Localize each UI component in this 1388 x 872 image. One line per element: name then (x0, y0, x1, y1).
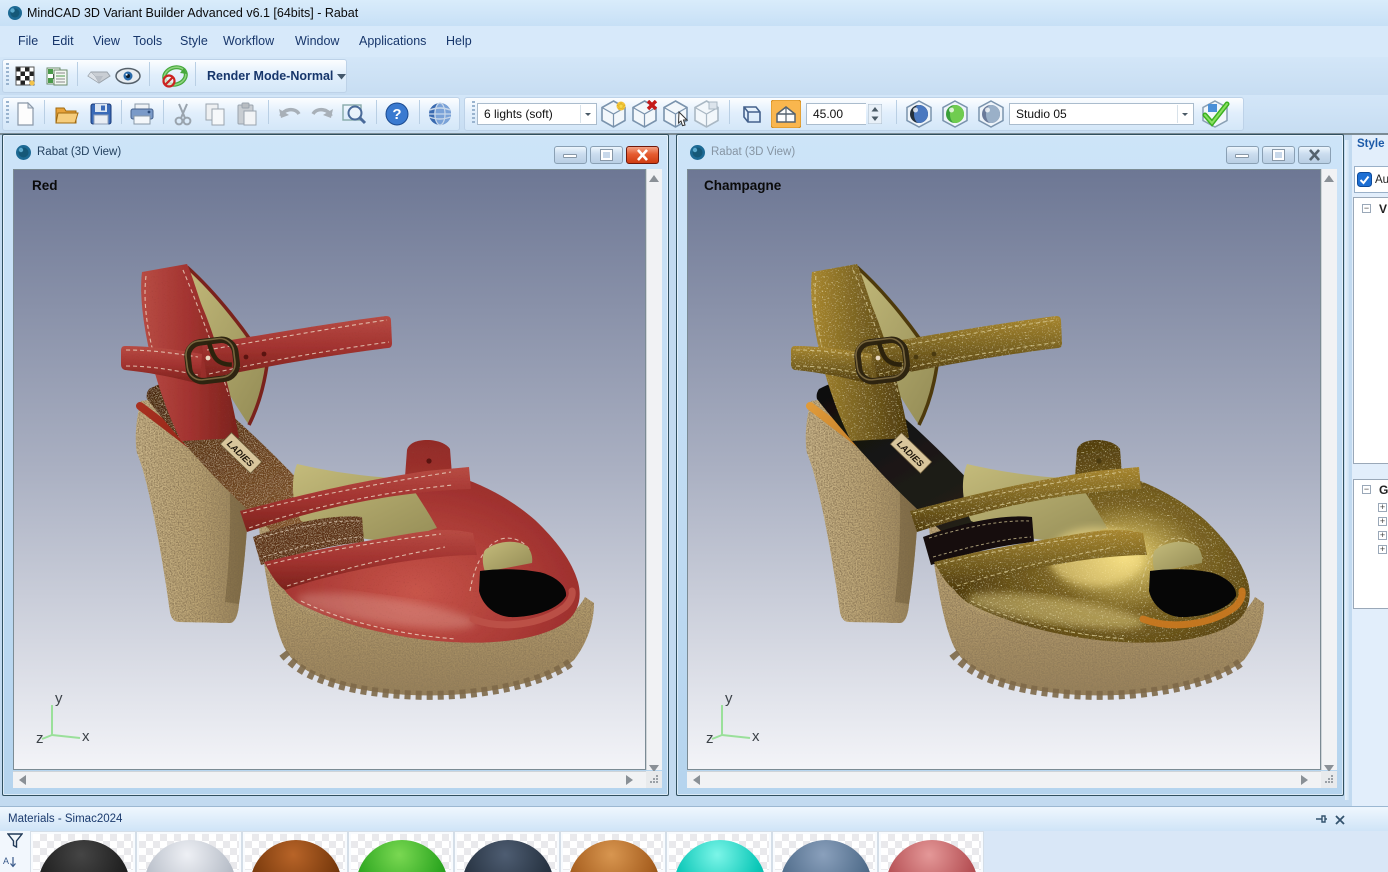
svg-text:A: A (3, 856, 9, 866)
svg-text:?: ? (392, 106, 401, 123)
svg-text:z: z (36, 730, 44, 745)
svg-text:x: x (752, 728, 760, 745)
svg-text:x: x (82, 728, 90, 745)
svg-text:y: y (55, 690, 63, 707)
svg-text:z: z (706, 730, 714, 745)
svg-text:y: y (725, 690, 733, 707)
